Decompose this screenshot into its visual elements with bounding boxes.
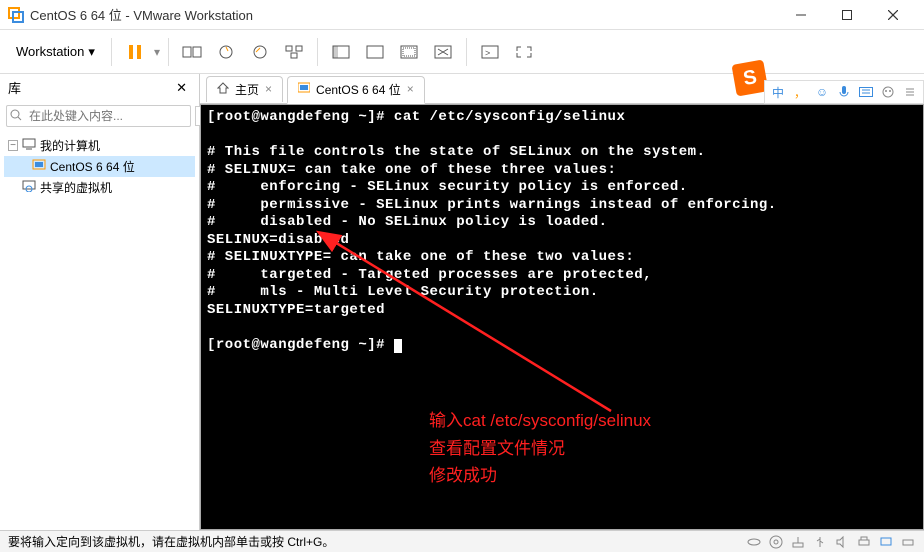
content-area: 主页 × CentOS 6 64 位 × [root@wangdefeng ~]… [200, 74, 924, 530]
revert-button[interactable] [245, 37, 275, 67]
tab-label: 主页 [235, 81, 259, 98]
menubar: Workstation ▾ ▾ >_ [0, 30, 924, 74]
printer-icon[interactable] [856, 534, 872, 550]
tab-label: CentOS 6 64 位 [316, 81, 401, 98]
sound-icon[interactable] [834, 534, 850, 550]
tree-node-vm[interactable]: CentOS 6 64 位 [4, 156, 195, 177]
annotation-line: 输入cat /etc/sysconfig/selinux [429, 407, 651, 434]
minimize-button[interactable] [778, 0, 824, 30]
tab-home[interactable]: 主页 × [206, 76, 283, 102]
ime-voice-icon[interactable] [835, 83, 853, 101]
unity-button[interactable]: >_ [475, 37, 505, 67]
workstation-label: Workstation [16, 44, 84, 59]
vm-icon [298, 82, 310, 97]
sidebar-header: 库 ✕ [0, 74, 199, 101]
network-icon[interactable] [790, 534, 806, 550]
cd-icon[interactable] [768, 534, 784, 550]
close-tab-button[interactable]: × [407, 82, 414, 96]
svg-text:>_: >_ [485, 48, 496, 58]
search-wrap [6, 105, 191, 127]
status-icons [746, 534, 916, 550]
maximize-button[interactable] [824, 0, 870, 30]
pause-button[interactable] [120, 37, 150, 67]
window-controls [778, 0, 916, 30]
tree-node-shared[interactable]: 共享的虚拟机 [4, 177, 195, 198]
close-sidebar-button[interactable]: ✕ [172, 80, 191, 96]
ime-settings-icon[interactable] [901, 83, 919, 101]
tree-label: CentOS 6 64 位 [50, 158, 135, 175]
separator [317, 38, 318, 66]
snapshot-button[interactable] [211, 37, 241, 67]
shared-icon [22, 180, 36, 195]
window-title: CentOS 6 64 位 - VMware Workstation [30, 5, 778, 24]
search-row: ▾ [0, 101, 199, 131]
workstation-menu[interactable]: Workstation ▾ [8, 40, 103, 64]
library-tree: − 我的计算机 CentOS 6 64 位 共享的虚拟机 [0, 131, 199, 530]
ime-bar: 中 ， ☺ [764, 80, 924, 104]
annotation-text: 输入cat /etc/sysconfig/selinux 查看配置文件情况 修改… [429, 407, 651, 489]
manage-button[interactable] [279, 37, 309, 67]
drive-icon[interactable] [900, 534, 916, 550]
status-message: 要将输入定向到该虚拟机，请在虚拟机内部单击或按 Ctrl+G。 [8, 533, 738, 550]
chevron-down-icon: ▾ [88, 44, 95, 60]
computer-icon [22, 138, 36, 153]
collapse-icon[interactable]: − [8, 140, 18, 151]
tree-node-root[interactable]: − 我的计算机 [4, 135, 195, 156]
ime-punct-button[interactable]: ， [791, 83, 809, 101]
ime-emoji-button[interactable]: ☺ [813, 83, 831, 101]
tab-vm[interactable]: CentOS 6 64 位 × [287, 76, 425, 104]
search-icon [10, 109, 22, 124]
fullscreen-button[interactable] [509, 37, 539, 67]
send-keys-button[interactable] [177, 37, 207, 67]
annotation-line: 修改成功 [429, 462, 651, 489]
search-input[interactable] [6, 105, 191, 127]
view-single-button[interactable] [326, 37, 356, 67]
message-icon[interactable] [878, 534, 894, 550]
separator [168, 38, 169, 66]
ime-keyboard-icon[interactable] [857, 83, 875, 101]
sogou-badge[interactable]: S [731, 59, 768, 96]
tree-label: 我的计算机 [40, 137, 100, 154]
sidebar: 库 ✕ ▾ − 我的计算机 CentOS 6 64 位 [0, 74, 200, 530]
terminal-area[interactable]: [root@wangdefeng ~]# cat /etc/sysconfig/… [200, 104, 924, 530]
home-icon [217, 82, 229, 97]
view-tabs-button[interactable] [360, 37, 390, 67]
separator [111, 38, 112, 66]
ime-skin-icon[interactable] [879, 83, 897, 101]
close-button[interactable] [870, 0, 916, 30]
main: 库 ✕ ▾ − 我的计算机 CentOS 6 64 位 [0, 74, 924, 530]
chevron-down-icon[interactable]: ▾ [154, 45, 160, 59]
disk-icon[interactable] [746, 534, 762, 550]
annotation-line: 查看配置文件情况 [429, 435, 651, 462]
vm-icon [32, 159, 46, 174]
stretch-button[interactable] [428, 37, 458, 67]
library-label: 库 [8, 78, 172, 97]
vmware-icon [8, 7, 24, 23]
separator [466, 38, 467, 66]
tree-label: 共享的虚拟机 [40, 179, 112, 196]
statusbar: 要将输入定向到该虚拟机，请在虚拟机内部单击或按 Ctrl+G。 [0, 530, 924, 552]
terminal-output: [root@wangdefeng ~]# cat /etc/sysconfig/… [201, 105, 923, 358]
ime-lang-button[interactable]: 中 [769, 83, 787, 101]
titlebar: CentOS 6 64 位 - VMware Workstation [0, 0, 924, 30]
close-tab-button[interactable]: × [265, 82, 272, 96]
view-console-button[interactable] [394, 37, 424, 67]
usb-icon[interactable] [812, 534, 828, 550]
